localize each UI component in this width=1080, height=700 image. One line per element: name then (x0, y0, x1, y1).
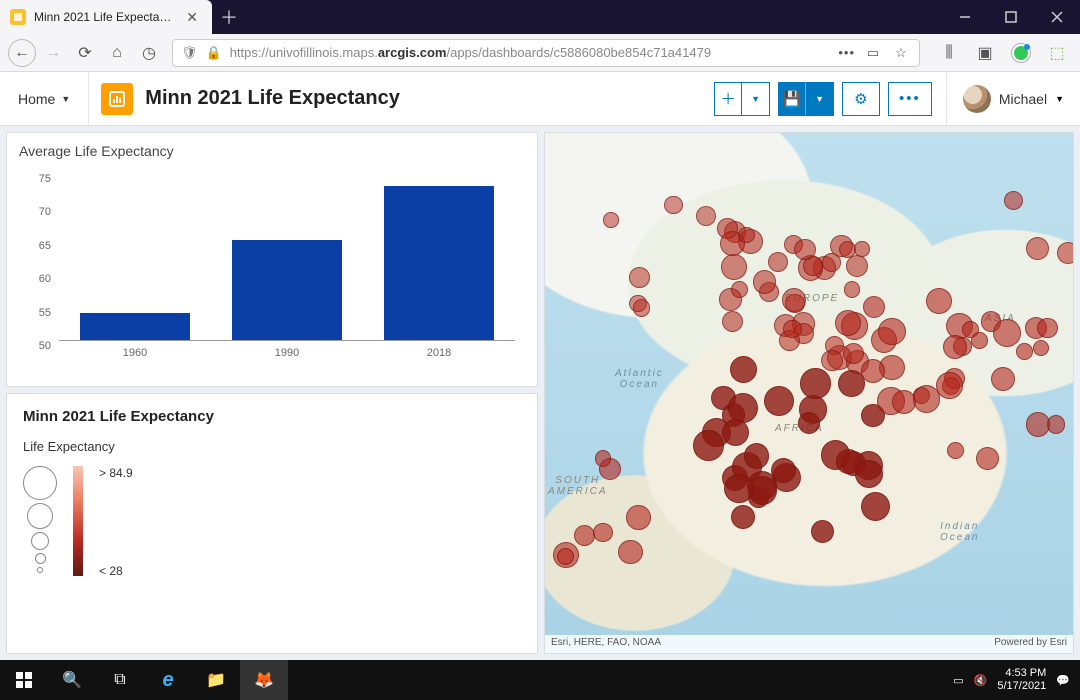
extension-icon[interactable]: ⬚ (1042, 38, 1072, 68)
home-button[interactable]: ⌂ (102, 38, 132, 68)
windows-taskbar: 🔍 ⧉ e 📁 🦊 ▭ 🔇 4:53 PM 5/17/2021 💬 (0, 660, 1080, 700)
back-button[interactable]: ← (8, 39, 36, 67)
taskbar-firefox-icon[interactable]: 🦊 (240, 660, 288, 700)
dashboard-body: Average Life Expectancy 5055606570751960… (0, 126, 1080, 660)
map-attribution: Esri, HERE, FAO, NOAA Powered by Esri (545, 635, 1073, 653)
sidebar-icon[interactable]: ▣ (970, 38, 1000, 68)
tab-favicon (10, 9, 26, 25)
legend-ramp-labels: > 84.9 < 28 (99, 466, 133, 578)
map-label-south-america: SOUTH AMERICA (548, 475, 608, 497)
window-minimize-button[interactable] (942, 0, 988, 34)
browser-toolbar: ← → ⟳ ⌂ ◷ 🛡 🔒 https://univofillinois.map… (0, 34, 1080, 72)
url-text: https://univofillinois.maps.arcgis.com/a… (230, 45, 831, 60)
tracking-shield-icon: 🛡 (181, 45, 198, 61)
save-button[interactable]: 💾▼ (778, 82, 834, 116)
library-icon[interactable]: ⫼ (934, 38, 964, 68)
home-label: Home (18, 91, 55, 107)
app-header: Home ▼ Minn 2021 Life Expectancy ＋▼ 💾▼ ⚙ … (0, 72, 1080, 126)
taskbar-explorer-icon[interactable]: 📁 (192, 660, 240, 700)
legend-color-ramp (73, 466, 83, 576)
history-button[interactable]: ◷ (134, 38, 164, 68)
tab-title: Minn 2021 Life Expectancy (34, 10, 174, 24)
plus-icon: ＋ (715, 83, 742, 115)
reader-mode-icon[interactable]: ▭ (863, 45, 883, 61)
map-card[interactable]: EUROPE ASIA AFRICA SOUTH AMERICA Atlanti… (544, 132, 1074, 654)
address-bar[interactable]: 🛡 🔒 https://univofillinois.maps.arcgis.c… (172, 39, 920, 67)
legend-subtitle: Life Expectancy (23, 439, 521, 454)
chevron-down-icon: ▼ (1055, 94, 1064, 104)
window-close-button[interactable] (1034, 0, 1080, 34)
user-menu[interactable]: Michael ▼ (947, 85, 1080, 113)
attrib-right: Powered by Esri (994, 637, 1067, 651)
account-icon[interactable] (1006, 38, 1036, 68)
tray-volume-icon[interactable]: 🔇 (974, 674, 988, 687)
clock-time: 4:53 PM (997, 667, 1046, 680)
add-button[interactable]: ＋▼ (714, 82, 770, 116)
system-tray: ▭ 🔇 4:53 PM 5/17/2021 💬 (943, 667, 1080, 693)
browser-tab[interactable]: Minn 2021 Life Expectancy ✕ (0, 0, 212, 34)
save-icon: 💾 (779, 83, 806, 115)
lock-icon: 🔒 (206, 45, 222, 61)
new-tab-button[interactable]: ＋ (212, 0, 246, 34)
avatar (963, 85, 991, 113)
notifications-icon[interactable]: 💬 (1056, 674, 1070, 687)
chevron-down-icon: ▼ (741, 83, 769, 115)
left-column: Average Life Expectancy 5055606570751960… (6, 132, 538, 654)
legend-card[interactable]: Minn 2021 Life Expectancy Life Expectanc… (6, 393, 538, 654)
window-titlebar: Minn 2021 Life Expectancy ✕ ＋ (0, 0, 1080, 34)
more-button[interactable]: ••• (888, 82, 932, 116)
map-label-atlantic: Atlantic Ocean (615, 368, 664, 390)
chart-title: Average Life Expectancy (19, 143, 525, 159)
task-view-icon[interactable]: ⧉ (96, 660, 144, 700)
chevron-down-icon: ▼ (805, 83, 833, 115)
legend-title: Minn 2021 Life Expectancy (23, 408, 521, 425)
home-dropdown[interactable]: Home ▼ (0, 72, 89, 125)
start-button[interactable] (0, 660, 48, 700)
taskbar-ie-icon[interactable]: e (144, 660, 192, 700)
legend-size-circles (23, 466, 57, 573)
clock-date: 5/17/2021 (997, 680, 1046, 693)
map-label-indian: Indian Ocean (940, 521, 979, 543)
ellipsis-icon: ••• (899, 90, 921, 107)
dashboard-title: Minn 2021 Life Expectancy (145, 87, 400, 110)
reload-button[interactable]: ⟳ (70, 38, 100, 68)
window-maximize-button[interactable] (988, 0, 1034, 34)
settings-button[interactable]: ⚙ (842, 82, 880, 116)
tray-icon[interactable]: ▭ (953, 674, 963, 687)
dashboard-logo-icon (101, 83, 133, 115)
search-icon[interactable]: 🔍 (48, 660, 96, 700)
page-actions-icon[interactable]: ••• (838, 45, 855, 60)
legend-high-label: > 84.9 (99, 466, 133, 480)
chart-card[interactable]: Average Life Expectancy 5055606570751960… (6, 132, 538, 387)
chevron-down-icon: ▼ (61, 94, 70, 104)
attrib-left: Esri, HERE, FAO, NOAA (551, 637, 661, 651)
bookmark-star-icon[interactable]: ☆ (891, 45, 911, 61)
header-actions: ＋▼ 💾▼ ⚙ ••• (714, 82, 946, 116)
taskbar-clock[interactable]: 4:53 PM 5/17/2021 (997, 667, 1046, 693)
tab-close-icon[interactable]: ✕ (182, 9, 202, 26)
bar-chart: 505560657075196019902018 (59, 165, 515, 365)
user-name: Michael (999, 91, 1047, 107)
legend-low-label: < 28 (99, 564, 133, 578)
forward-button[interactable]: → (38, 38, 68, 68)
gear-icon: ⚙ (854, 90, 867, 108)
